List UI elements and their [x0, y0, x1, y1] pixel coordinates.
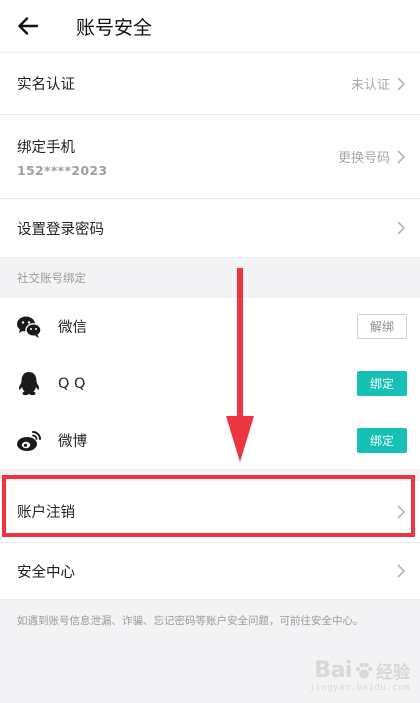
watermark-brand-cn: 经验 [376, 663, 410, 683]
section-gap [0, 469, 420, 481]
chevron-right-icon [397, 76, 406, 91]
social-section-title: 社交账号绑定 [0, 258, 420, 298]
security-center-label: 安全中心 [17, 564, 75, 581]
qq-bind-button[interactable]: 绑定 [357, 371, 407, 396]
chevron-right-icon [397, 221, 406, 235]
chevron-right-icon [397, 149, 406, 164]
wechat-icon [16, 314, 42, 340]
weibo-icon [16, 428, 42, 454]
chevron-right-icon [397, 504, 406, 519]
arrow-left-icon [18, 17, 38, 35]
set-password-label: 设置登录密码 [17, 221, 104, 238]
social-name-weibo: 微博 [58, 434, 87, 450]
qq-icon [16, 371, 42, 397]
header-bar: 账号安全 [0, 0, 420, 53]
social-row-weibo: 微博 绑定 [0, 412, 420, 469]
social-name-qq: Q Q [58, 375, 86, 392]
watermark-url: jingyan.baidu.com [309, 683, 410, 693]
real-name-row[interactable]: 实名认证 未认证 [0, 53, 420, 115]
change-number-link: 更换号码 [337, 151, 390, 166]
back-button[interactable] [2, 0, 54, 52]
bind-phone-label: 绑定手机 [17, 139, 75, 156]
set-password-row[interactable]: 设置登录密码 [0, 199, 420, 258]
real-name-status: 未认证 [350, 78, 390, 93]
paw-icon [355, 662, 373, 678]
chevron-right-icon [397, 564, 406, 578]
page-title: 账号安全 [76, 16, 153, 39]
baidu-jingyan-watermark: Bai 经验 jingyan.baidu.com [309, 658, 410, 693]
social-name-wechat: 微信 [58, 320, 87, 336]
security-tip-text: 如遇到账号信息泄漏、诈骗、忘记密码等账户安全问题，可前往安全中心。 [17, 615, 364, 627]
wechat-unbind-button[interactable]: 解绑 [357, 314, 407, 339]
real-name-label: 实名认证 [17, 77, 75, 93]
social-row-wechat: 微信 解绑 [0, 298, 420, 355]
watermark-brand-latin: Bai [314, 658, 352, 683]
security-center-row[interactable]: 安全中心 [0, 543, 420, 600]
cancel-account-row[interactable]: 账户注销 [0, 481, 420, 543]
cancel-account-label: 账户注销 [17, 505, 75, 521]
bind-phone-row[interactable]: 绑定手机 152****2023 更换号码 [0, 115, 420, 199]
weibo-bind-button[interactable]: 绑定 [357, 428, 407, 453]
social-row-qq: Q Q 绑定 [0, 355, 420, 412]
phone-number: 152****2023 [17, 162, 108, 178]
